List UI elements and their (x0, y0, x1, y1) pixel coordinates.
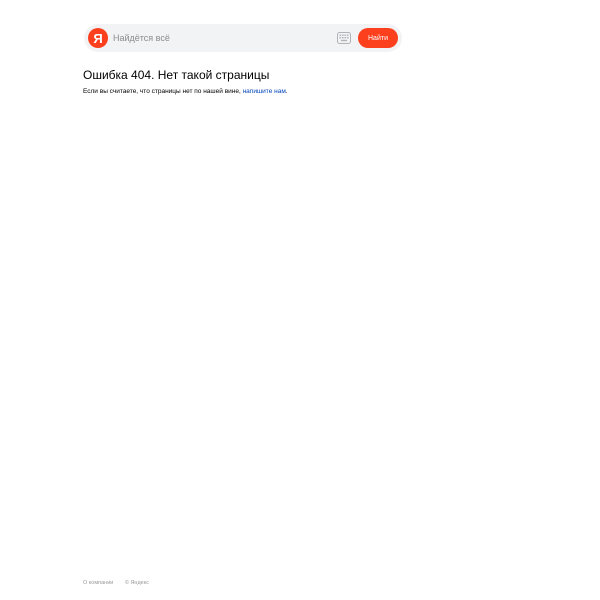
error-message-suffix: . (285, 88, 288, 95)
search-input[interactable] (112, 28, 336, 48)
copyright: © Яндекс (124, 580, 149, 586)
yandex-logo-icon[interactable]: Я (88, 28, 108, 48)
write-us-link[interactable]: напишите нам (243, 88, 286, 95)
search-bar: Я Найти (84, 24, 402, 52)
search-button[interactable]: Найти (358, 28, 398, 48)
footer: О компании © Яндекс (83, 580, 149, 587)
logo-letter: Я (93, 30, 103, 46)
page-title: Ошибка 404. Нет такой страницы (83, 68, 270, 82)
page: Я Найти Ошибка 404. Нет такой страницы Е… (0, 0, 600, 600)
keyboard-icon[interactable] (337, 32, 351, 44)
error-message-text: Если вы считаете, что страницы нет по на… (83, 88, 243, 95)
error-message: Если вы считаете, что страницы нет по на… (83, 87, 288, 96)
about-company-link[interactable]: О компании (83, 580, 113, 586)
